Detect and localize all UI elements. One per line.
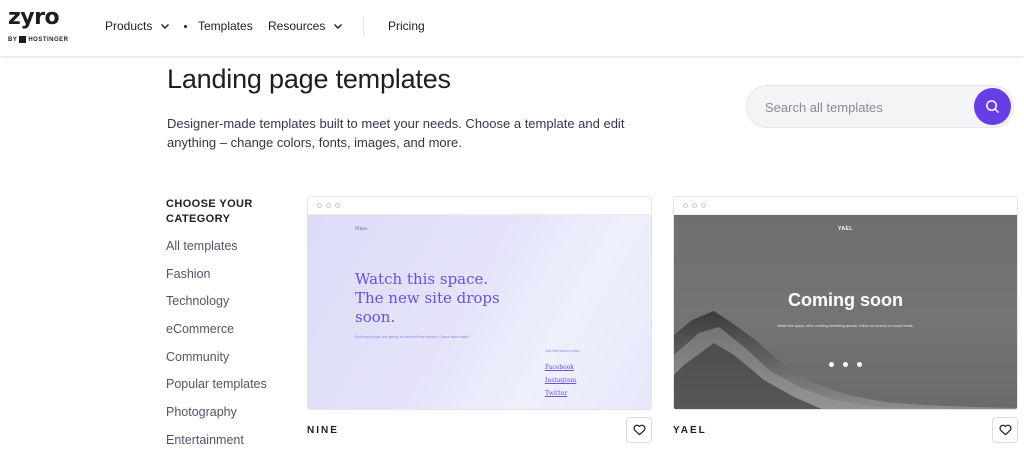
page-title: Landing page templates xyxy=(167,64,451,94)
chevron-down-icon xyxy=(334,24,343,29)
search-input[interactable] xyxy=(765,96,965,118)
window-dot-icon xyxy=(326,203,331,208)
search-button[interactable] xyxy=(974,88,1011,125)
preview-tagline: Exciting things are going on behind the … xyxy=(355,335,470,339)
template-name: NINE xyxy=(307,425,339,436)
category-heading: CHOOSE YOUR CATEGORY xyxy=(166,198,253,225)
preview-link-twitter: Twitter xyxy=(545,390,568,397)
preview-headline: Coming soon xyxy=(788,290,903,310)
category-fashion[interactable]: Fashion xyxy=(166,266,267,294)
nav-pricing-label: Pricing xyxy=(388,19,425,33)
page-subtitle: Designer-made templates built to meet yo… xyxy=(167,116,625,150)
nav-pricing[interactable]: Pricing xyxy=(388,18,425,34)
nav-templates-label: Templates xyxy=(198,19,253,33)
zyro-logo[interactable]: zyro BY HOSTINGER xyxy=(8,5,69,47)
browser-chrome xyxy=(308,197,651,215)
template-card-yael: YAEL Coming soon Watch this space, we're… xyxy=(673,196,1018,443)
favorite-button[interactable] xyxy=(992,417,1018,443)
instagram-icon xyxy=(843,362,848,367)
window-dot-icon xyxy=(317,203,322,208)
template-preview-yael[interactable]: YAEL Coming soon Watch this space, we're… xyxy=(673,196,1018,410)
preview-brand: Nine xyxy=(355,226,368,232)
category-ecommerce[interactable]: eCommerce xyxy=(166,321,267,349)
mountain-image xyxy=(674,311,1017,409)
hostinger-icon xyxy=(19,36,27,43)
facebook-icon xyxy=(829,362,834,367)
search-icon xyxy=(986,100,999,113)
active-dot-icon xyxy=(184,24,187,28)
nav-divider xyxy=(363,17,364,35)
window-dot-icon xyxy=(692,203,697,208)
favorite-button[interactable] xyxy=(626,417,652,443)
preview-tagline: Watch this space, we're creating somethi… xyxy=(777,324,914,328)
category-popular-templates[interactable]: Popular templates xyxy=(166,376,267,404)
preview-social-icons xyxy=(674,362,1017,367)
template-card-nine: Nine Watch this space. The new site drop… xyxy=(307,196,652,443)
logo-byline: BY HOSTINGER xyxy=(8,36,69,43)
preview-canvas: YAEL Coming soon Watch this space, we're… xyxy=(674,215,1017,409)
template-name: YAEL xyxy=(673,425,707,436)
browser-chrome xyxy=(674,197,1017,215)
preview-link-facebook: Facebook xyxy=(545,364,574,371)
heart-icon xyxy=(633,424,645,436)
logo-partner-text: HOSTINGER xyxy=(28,36,69,43)
nav-products-label: Products xyxy=(105,19,153,33)
window-dot-icon xyxy=(683,203,688,208)
preview-brand: YAEL xyxy=(838,226,853,232)
template-preview-nine[interactable]: Nine Watch this space. The new site drop… xyxy=(307,196,652,410)
logo-wordmark: zyro xyxy=(8,5,60,30)
category-community[interactable]: Community xyxy=(166,349,267,377)
nav-resources-label: Resources xyxy=(268,19,326,33)
nav-templates[interactable]: Templates xyxy=(184,18,253,34)
search-bar xyxy=(746,85,1014,128)
window-dot-icon xyxy=(335,203,340,208)
preview-canvas: Nine Watch this space. The new site drop… xyxy=(308,215,651,409)
logo-by-text: BY xyxy=(8,36,18,43)
twitter-icon xyxy=(857,362,862,367)
nav-resources[interactable]: Resources xyxy=(268,18,343,34)
category-list: All templates Fashion Technology eCommer… xyxy=(166,238,267,460)
category-entertainment[interactable]: Entertainment xyxy=(166,432,267,460)
category-technology[interactable]: Technology xyxy=(166,293,267,321)
category-all-templates[interactable]: All templates xyxy=(166,238,267,266)
nav-products[interactable]: Products xyxy=(105,18,170,34)
top-navigation-bar: zyro BY HOSTINGER Products Templates Res… xyxy=(0,0,1024,56)
preview-link-instagram: Instagram xyxy=(545,377,577,384)
heart-icon xyxy=(999,424,1011,436)
category-photography[interactable]: Photography xyxy=(166,404,267,432)
window-dot-icon xyxy=(701,203,706,208)
chevron-down-icon xyxy=(161,24,170,29)
preview-headline: Watch this space. The new site drops soo… xyxy=(355,270,500,326)
preview-updates-label: Get the latest news: xyxy=(545,349,581,353)
